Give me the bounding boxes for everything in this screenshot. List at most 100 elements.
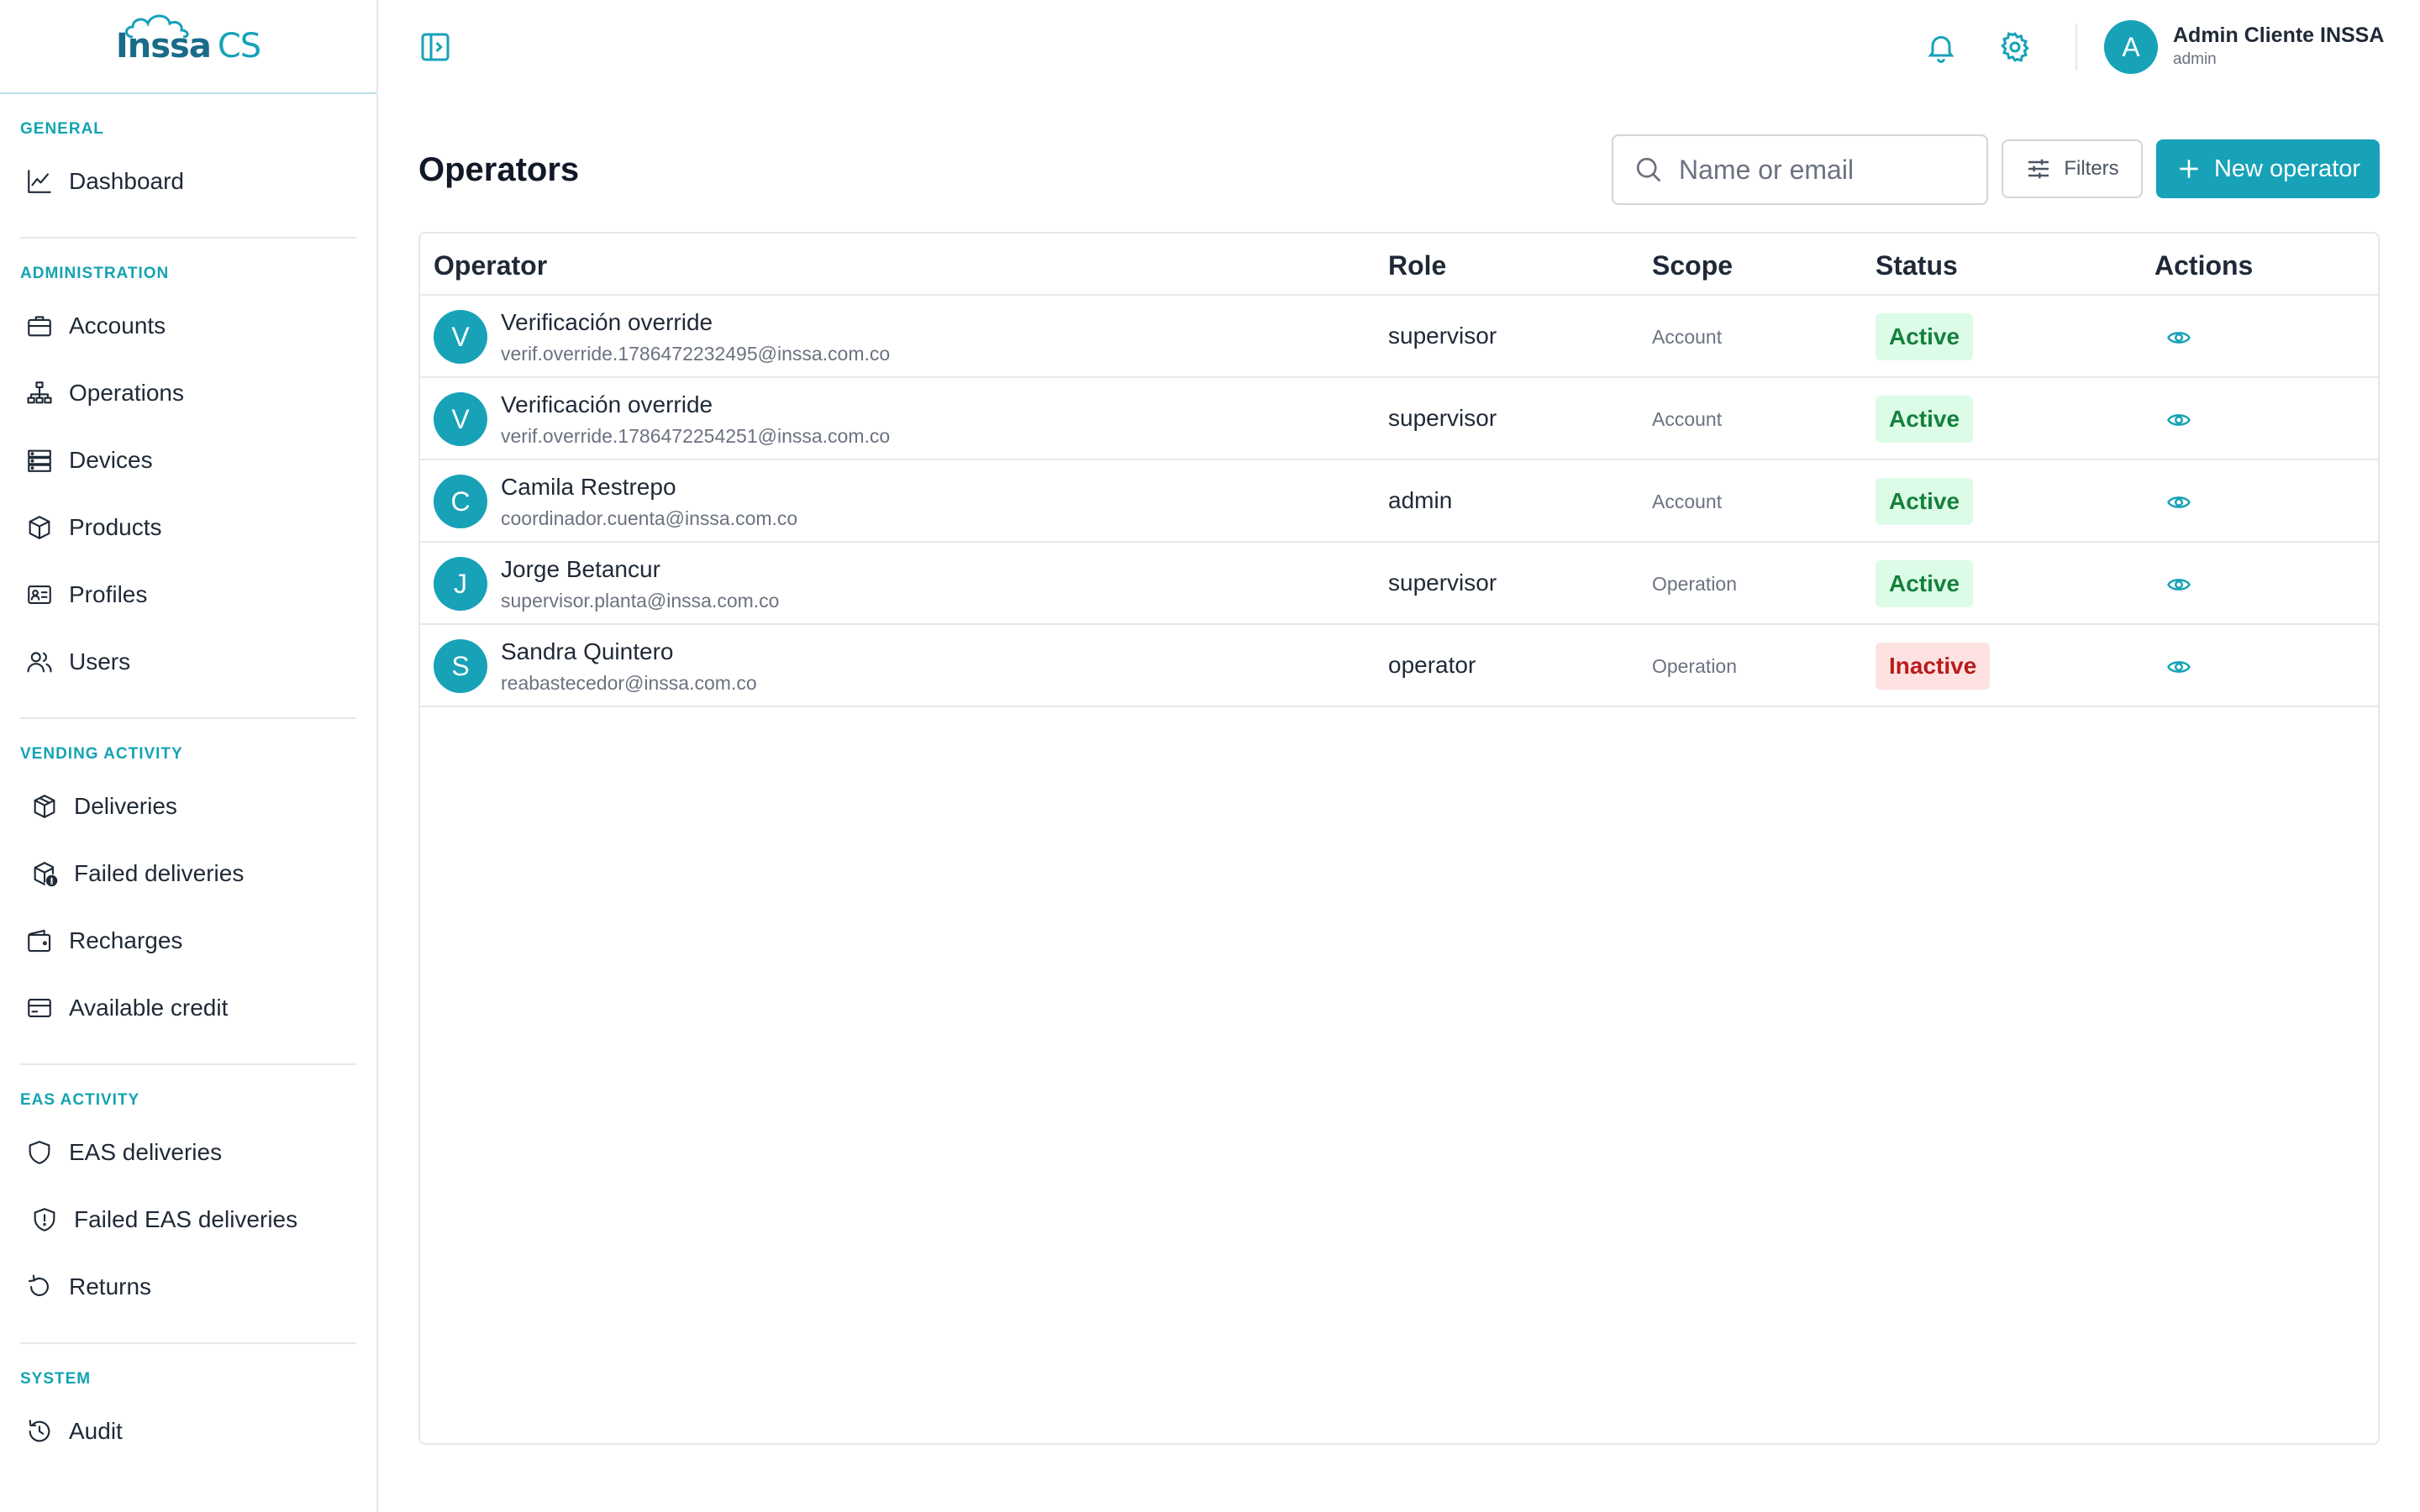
sidebar-nav: GENERAL Dashboard ADMINISTRATION Accounts Op… bbox=[0, 94, 376, 1465]
operator-role: operator bbox=[1388, 652, 1476, 678]
column-header-scope[interactable]: Scope bbox=[1652, 250, 1733, 281]
operator-avatar: V bbox=[434, 392, 487, 446]
view-eye-icon[interactable] bbox=[2166, 654, 2191, 680]
operator-email: verif.override.1786472254251@inssa.com.c… bbox=[501, 425, 891, 447]
operator-name: Verificación override bbox=[501, 391, 713, 417]
nav-section-title: VENDING ACTIVITY bbox=[20, 745, 183, 763]
operator-avatar: V bbox=[434, 310, 487, 364]
sidebar-item-accounts[interactable]: Accounts bbox=[20, 292, 356, 360]
operator-role: supervisor bbox=[1388, 323, 1497, 349]
table-row[interactable]: V Verificación override verif.override.1… bbox=[420, 378, 2378, 460]
search-input[interactable] bbox=[1679, 154, 1965, 186]
operator-scope: Account bbox=[1652, 491, 1723, 512]
sidebar-item-audit[interactable]: Audit bbox=[20, 1398, 356, 1465]
nav-section-vending-activity: VENDING ACTIVITY Deliveries Failed deliver… bbox=[20, 717, 356, 1042]
sidebar-item-failed-deliveries[interactable]: Failed deliveries bbox=[20, 840, 356, 907]
status-badge: Active bbox=[1876, 396, 1974, 443]
brand-logo[interactable]: Inssa CS bbox=[116, 14, 261, 66]
shield-alert-icon bbox=[34, 1208, 55, 1231]
sidebar-item-products[interactable]: Products bbox=[20, 494, 356, 561]
column-header-status[interactable]: Status bbox=[1876, 250, 1958, 281]
sidebar-item-users[interactable]: Users bbox=[20, 628, 356, 696]
table-row[interactable]: J Jorge Betancur supervisor.planta@inssa… bbox=[420, 543, 2378, 625]
sidebar-item-label: Deliveries bbox=[74, 793, 177, 819]
operator-name: Verificación override bbox=[501, 309, 713, 335]
table-body: V Verificación override verif.override.1… bbox=[420, 296, 2378, 707]
operator-scope: Account bbox=[1652, 326, 1723, 348]
column-header-role[interactable]: Role bbox=[1388, 250, 1446, 281]
operator-email: coordinador.cuenta@inssa.com.co bbox=[501, 507, 798, 529]
box-icon bbox=[29, 516, 50, 539]
operator-name: Camila Restrepo bbox=[501, 474, 676, 500]
page-title: Operators bbox=[418, 151, 580, 188]
sidebar-item-devices[interactable]: Devices bbox=[20, 427, 356, 494]
operator-name: Jorge Betancur bbox=[501, 556, 660, 582]
view-eye-icon[interactable] bbox=[2166, 325, 2191, 350]
bell-icon[interactable] bbox=[1924, 30, 1958, 64]
search-box[interactable] bbox=[1612, 134, 1988, 205]
topbar-divider bbox=[2075, 24, 2077, 71]
user-name[interactable]: Admin Cliente INSSA bbox=[2173, 24, 2384, 48]
operator-role: admin bbox=[1388, 487, 1453, 513]
operator-email: verif.override.1786472232495@inssa.com.c… bbox=[501, 343, 891, 365]
sidebar-item-label: Dashboard bbox=[69, 168, 184, 194]
view-eye-icon[interactable] bbox=[2166, 572, 2191, 597]
sidebar-item-label: Available credit bbox=[69, 995, 229, 1021]
cloud-icon bbox=[124, 14, 189, 39]
sidebar-item-recharges[interactable]: Recharges bbox=[20, 907, 356, 974]
operator-email: reabastecedor@inssa.com.co bbox=[501, 672, 757, 694]
nav-section-title: EAS ACTIVITY bbox=[20, 1091, 140, 1109]
table-row[interactable]: S Sandra Quintero reabastecedor@inssa.co… bbox=[420, 625, 2378, 707]
shield-icon bbox=[29, 1141, 50, 1164]
table-row[interactable]: V Verificación override verif.override.1… bbox=[420, 296, 2378, 378]
sidebar-item-available-credit[interactable]: Available credit bbox=[20, 974, 356, 1042]
operator-name: Sandra Quintero bbox=[501, 638, 674, 664]
sidebar-item-operations[interactable]: Operations bbox=[20, 360, 356, 427]
nav-section-eas-activity: EAS ACTIVITY EAS deliveries Failed EAS del… bbox=[20, 1063, 356, 1320]
column-header-operator[interactable]: Operator bbox=[434, 250, 547, 281]
nav-section-system: SYSTEM Audit bbox=[20, 1342, 356, 1465]
operator-role: supervisor bbox=[1388, 405, 1497, 431]
sidebar-item-deliveries[interactable]: Deliveries bbox=[20, 773, 356, 840]
sidebar-item-label: Recharges bbox=[69, 927, 183, 953]
server-icon bbox=[28, 449, 51, 472]
status-badge: Active bbox=[1876, 478, 1974, 525]
package-icon bbox=[34, 795, 55, 818]
user-avatar[interactable]: A bbox=[2104, 20, 2158, 74]
search-icon bbox=[1636, 157, 1661, 182]
status-badge: Active bbox=[1876, 560, 1974, 607]
sidebar: Inssa CS GENERAL Dashboard ADMINISTRATION Ac… bbox=[0, 0, 378, 1512]
users-icon bbox=[27, 652, 52, 673]
operator-avatar: J bbox=[434, 557, 487, 611]
gear-icon[interactable] bbox=[1998, 30, 2032, 64]
sidebar-item-returns[interactable]: Returns bbox=[20, 1253, 356, 1320]
sidebar-item-label: Profiles bbox=[69, 581, 148, 607]
new-operator-button[interactable]: New operator bbox=[2156, 139, 2380, 198]
operator-scope: Account bbox=[1652, 408, 1723, 430]
sidebar-item-label: Devices bbox=[69, 447, 153, 473]
sidebar-item-failed-eas-deliveries[interactable]: Failed EAS deliveries bbox=[20, 1186, 356, 1253]
table-row[interactable]: C Camila Restrepo coordinador.cuenta@ins… bbox=[420, 460, 2378, 543]
filters-label: Filters bbox=[2064, 157, 2119, 180]
view-eye-icon[interactable] bbox=[2166, 490, 2191, 515]
briefcase-icon bbox=[28, 316, 51, 337]
filters-button[interactable]: Filters bbox=[2002, 139, 2143, 198]
sidebar-toggle-icon[interactable] bbox=[418, 30, 452, 64]
plus-icon bbox=[2180, 160, 2198, 178]
operator-email: supervisor.planta@inssa.com.co bbox=[501, 590, 780, 612]
sliders-icon bbox=[2028, 159, 2049, 179]
new-operator-label: New operator bbox=[2213, 155, 2361, 182]
operators-table: Operator Role Scope Status Actions V Ver… bbox=[418, 232, 2380, 1445]
operator-avatar: C bbox=[434, 475, 487, 528]
nav-section-administration: ADMINISTRATION Accounts Operations Devices P… bbox=[20, 237, 356, 696]
operator-scope: Operation bbox=[1652, 655, 1738, 677]
view-eye-icon[interactable] bbox=[2166, 407, 2191, 433]
sidebar-item-label: Audit bbox=[69, 1418, 123, 1444]
sidebar-item-profiles[interactable]: Profiles bbox=[20, 561, 356, 628]
sidebar-item-eas-deliveries[interactable]: EAS deliveries bbox=[20, 1119, 356, 1186]
rotate-icon bbox=[28, 1274, 49, 1296]
sidebar-item-label: Returns bbox=[69, 1273, 152, 1299]
sidebar-item-label: Accounts bbox=[69, 312, 166, 339]
nav-section-title: GENERAL bbox=[20, 120, 104, 138]
sidebar-item-dashboard[interactable]: Dashboard bbox=[20, 148, 356, 215]
